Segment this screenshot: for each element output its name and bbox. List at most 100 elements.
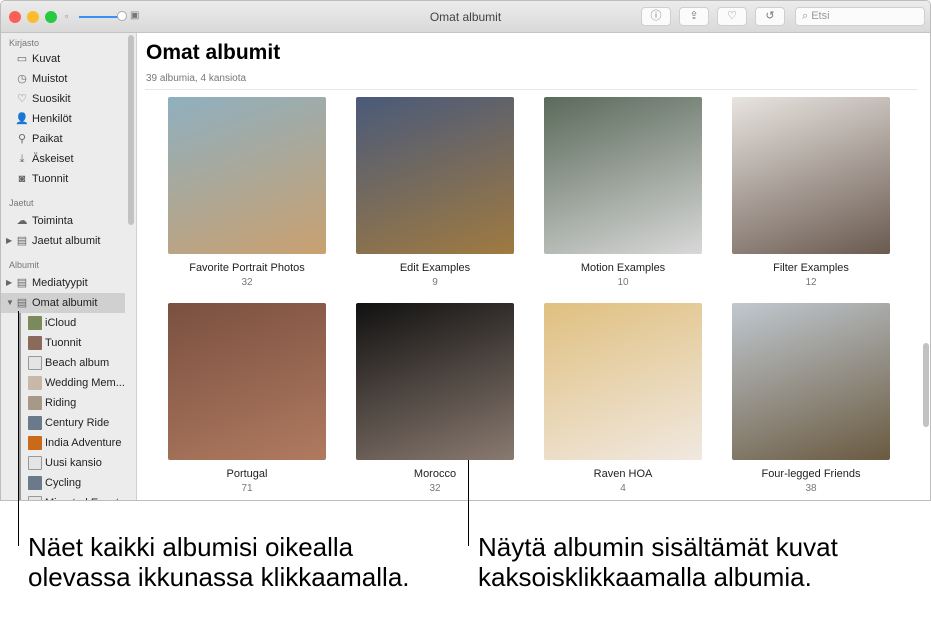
album-item[interactable]: Migrated Events	[1, 493, 125, 500]
divider	[145, 89, 917, 90]
sidebar-item-äskeiset[interactable]: ⤓ Äskeiset	[1, 149, 125, 169]
album-item-label: Tuonnit	[45, 337, 82, 349]
album-item[interactable]: Tuonnit	[1, 333, 125, 353]
album-count: 39 albumia, 4 kansiota	[146, 73, 247, 84]
album-thumbnail	[28, 396, 42, 411]
album-icon: ▤	[16, 297, 28, 309]
album-item-label: iCloud	[45, 317, 77, 329]
album-card[interactable]: Favorite Portrait Photos 32	[168, 97, 326, 288]
album-thumbnail	[28, 416, 42, 431]
album-cover[interactable]	[732, 303, 890, 460]
page-title: Omat albumit	[146, 41, 281, 64]
album-card[interactable]: Edit Examples 9	[356, 97, 514, 288]
album-card[interactable]: Filter Examples 12	[732, 97, 890, 288]
pin-icon: ⚲	[17, 133, 27, 145]
album-name: Raven HOA	[593, 468, 653, 480]
photos-window: ▫ ▣ Omat albumit ⓘ ⇪ ♡ ↺ ⌕ Etsi Kirjasto ▭ Ku…	[0, 0, 931, 501]
album-cover[interactable]	[732, 97, 890, 254]
sidebar-item-suosikit[interactable]: ♡ Suosikit	[1, 89, 125, 109]
sidebar-item-label: Tuonnit	[32, 173, 69, 185]
album-item[interactable]: Uusi kansio	[1, 453, 125, 473]
album-cover[interactable]	[168, 303, 326, 460]
sidebar-item-paikat[interactable]: ⚲ Paikat	[1, 129, 125, 149]
rotate-button[interactable]: ↺	[755, 7, 785, 26]
sidebar-item-label: Paikat	[32, 133, 63, 145]
memories-icon: ◷	[17, 73, 27, 85]
main-area: Omat albumit 39 albumia, 4 kansiota Favo…	[137, 33, 930, 500]
sidebar-item-jaetut-albumit[interactable]: ▶ ▤ Jaetut albumit	[1, 231, 125, 251]
share-button[interactable]: ⇪	[679, 7, 709, 26]
album-item[interactable]: Century Ride	[1, 413, 125, 433]
callout-right: Näytä albumin sisältämät kuvat kaksoiskl…	[478, 532, 838, 592]
sidebar-section-title: Kirjasto	[9, 38, 40, 48]
album-item[interactable]: Beach album	[1, 353, 125, 373]
main-scrollbar[interactable]	[923, 343, 929, 427]
info-button[interactable]: ⓘ	[641, 7, 671, 26]
disclosure-expanded-icon[interactable]: ▼	[6, 293, 14, 313]
folder-icon	[28, 496, 42, 500]
album-item[interactable]: iCloud	[1, 313, 125, 333]
sidebar-item-label: Toiminta	[32, 215, 73, 227]
album-cover[interactable]	[356, 97, 514, 254]
album-item[interactable]: Riding	[1, 393, 125, 413]
folder-icon	[28, 456, 42, 471]
info-icon: ⓘ	[650, 10, 662, 22]
disclosure-collapsed-icon[interactable]: ▶	[6, 231, 12, 251]
album-thumbnail	[28, 376, 42, 391]
album-photo-count: 4	[620, 483, 626, 494]
callout-line-left	[18, 311, 19, 546]
album-item-label: Migrated Events	[45, 497, 124, 500]
album-card[interactable]: Morocco 32	[356, 303, 514, 494]
sidebar-scrollbar[interactable]	[128, 35, 134, 225]
album-thumbnail	[28, 436, 42, 451]
heart-icon: ♡	[17, 93, 27, 105]
album-thumbnail	[28, 476, 42, 491]
album-photo-count: 38	[805, 483, 817, 494]
album-item[interactable]: Cycling	[1, 473, 125, 493]
disclosure-collapsed-icon[interactable]: ▶	[6, 273, 12, 293]
album-cover[interactable]	[356, 303, 514, 460]
album-item-label: Cycling	[45, 477, 82, 489]
sidebar-item-label: Muistot	[32, 73, 68, 85]
favorite-button[interactable]: ♡	[717, 7, 747, 26]
album-name: Four-legged Friends	[761, 468, 861, 480]
album-card[interactable]: Portugal 71	[168, 303, 326, 494]
search-icon: ⌕	[802, 10, 812, 22]
album-photo-count: 10	[617, 277, 629, 288]
sidebar-item-label: Omat albumit	[32, 297, 98, 309]
album-item-label: India Adventure	[45, 437, 122, 449]
sidebar-item-omat-albumit[interactable]: ▼ ▤ Omat albumit	[1, 293, 125, 313]
album-icon: ▤	[16, 277, 28, 289]
album-card[interactable]: Raven HOA 4	[544, 303, 702, 494]
callout-left: Näet kaikki albumisi oikealla olevassa i…	[28, 532, 410, 592]
sidebar-item-muistot[interactable]: ◷ Muistot	[1, 69, 125, 89]
album-cover[interactable]	[168, 97, 326, 254]
album-item[interactable]: Wedding Mem...	[1, 373, 125, 393]
photos-icon: ▭	[16, 53, 28, 65]
album-cover[interactable]	[544, 97, 702, 254]
search-input[interactable]: ⌕ Etsi	[795, 7, 925, 26]
album-card[interactable]: Four-legged Friends 38	[732, 303, 890, 494]
window-title: Omat albumit	[429, 10, 502, 24]
album-name: Favorite Portrait Photos	[189, 262, 305, 274]
sidebar-item-mediatyypit[interactable]: ▶ ▤ Mediatyypit	[1, 273, 125, 293]
sidebar-item-kuvat[interactable]: ▭ Kuvat	[1, 49, 125, 69]
sidebar-item-toiminta[interactable]: ☁ Toiminta	[1, 211, 125, 231]
sidebar-item-henkilöt[interactable]: 👤 Henkilöt	[1, 109, 125, 129]
album-name: Morocco	[413, 468, 457, 480]
album-photo-count: 71	[241, 483, 253, 494]
sidebar-item-label: Äskeiset	[32, 153, 74, 165]
album-icon: ▤	[16, 235, 28, 247]
cloud-icon: ☁	[16, 215, 28, 227]
sidebar-section-title: Albumit	[9, 260, 40, 270]
album-thumbnail	[28, 316, 42, 331]
favorite-icon: ♡	[727, 10, 737, 22]
album-item[interactable]: India Adventure	[1, 433, 125, 453]
person-icon: 👤	[15, 113, 29, 125]
album-cover[interactable]	[544, 303, 702, 460]
sidebar-item-tuonnit[interactable]: ◙ Tuonnit	[1, 169, 125, 189]
album-card[interactable]: Motion Examples 10	[544, 97, 702, 288]
title-bar: ▫ ▣ Omat albumit ⓘ ⇪ ♡ ↺ ⌕ Etsi	[1, 1, 930, 33]
album-photo-count: 9	[432, 277, 438, 288]
sidebar-item-label: Suosikit	[32, 93, 71, 105]
